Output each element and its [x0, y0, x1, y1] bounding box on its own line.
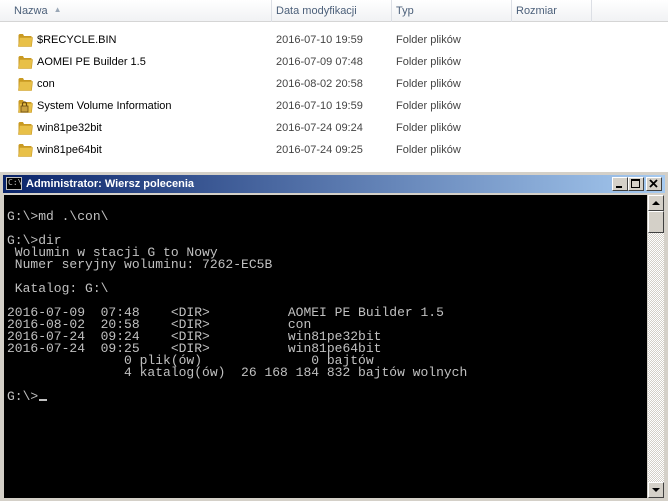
column-header-bar: Nazwa ▲ Data modyfikacji Typ Rozmiar: [0, 0, 668, 22]
file-modified: 2016-07-24 09:24: [276, 122, 363, 134]
minimize-icon: [616, 186, 622, 188]
console-icon-text: C:\: [8, 178, 23, 187]
console-line-text: Katalog: G:\: [7, 281, 109, 296]
folder-icon: [18, 121, 34, 135]
sort-ascending-icon: ▲: [53, 5, 62, 14]
console-line-text: Numer seryjny woluminu: 7262-EC5B: [7, 257, 273, 272]
scroll-up-button[interactable]: [648, 195, 664, 211]
folder-icon: [18, 77, 34, 91]
window-titlebar[interactable]: C:\ Administrator: Wiersz polecenia: [3, 175, 665, 193]
file-row[interactable]: win81pe64bit 2016-07-24 09:25 Folder plikó…: [0, 139, 668, 161]
file-row[interactable]: System Volume Information 2016-07-10 19:5…: [0, 95, 668, 117]
arrow-down-icon: [652, 488, 660, 492]
vertical-scrollbar[interactable]: [648, 195, 664, 498]
console-line: Numer seryjny woluminu: 7262-EC5B: [7, 257, 273, 272]
file-modified: 2016-08-02 20:58: [276, 78, 363, 90]
file-name: AOMEI PE Builder 1.5: [37, 56, 146, 68]
file-modified: 2016-07-10 19:59: [276, 34, 363, 46]
maximize-icon: [631, 179, 640, 188]
file-name: System Volume Information: [37, 100, 172, 112]
close-button[interactable]: [646, 177, 662, 191]
file-modified: 2016-07-09 07:48: [276, 56, 363, 68]
column-header-type-label: Typ: [396, 5, 414, 17]
text-cursor: [39, 399, 48, 401]
minimize-button[interactable]: [612, 177, 628, 191]
close-icon: [649, 179, 658, 188]
folder-icon: [18, 143, 34, 157]
console-output[interactable]: G:\>md .\con\ G:\>dir Wolumin w stacji G …: [4, 195, 647, 498]
file-type: Folder plików: [396, 78, 461, 90]
console-line: G:\>: [7, 389, 48, 404]
arrow-up-icon: [652, 201, 660, 205]
file-name: $RECYCLE.BIN: [37, 34, 117, 46]
file-type: Folder plików: [396, 100, 461, 112]
console-line-text: G:\>md .\con\: [7, 209, 109, 224]
file-explorer: Nazwa ▲ Data modyfikacji Typ Rozmiar $REC…: [0, 0, 668, 172]
maximize-button[interactable]: [628, 177, 644, 191]
column-header-modified-label: Data modyfikacji: [276, 5, 357, 17]
file-type: Folder plików: [396, 122, 461, 134]
file-row[interactable]: con 2016-08-02 20:58 Folder plików: [0, 73, 668, 95]
console-line: Katalog: G:\: [7, 281, 109, 296]
file-modified: 2016-07-10 19:59: [276, 100, 363, 112]
window-title: Administrator: Wiersz polecenia: [26, 178, 194, 190]
console-line: 4 katalog(ów) 26 168 184 832 bajtów woln…: [7, 365, 468, 380]
file-row[interactable]: $RECYCLE.BIN 2016-07-10 19:59 Folder plikó…: [0, 29, 668, 51]
file-name: win81pe64bit: [37, 144, 102, 156]
column-header-name-label: Nazwa: [14, 5, 48, 17]
file-modified: 2016-07-24 09:25: [276, 144, 363, 156]
console-line-text: G:\>: [7, 389, 39, 404]
file-name: con: [37, 78, 55, 90]
scroll-down-button[interactable]: [648, 482, 664, 498]
command-prompt-window: C:\ Administrator: Wiersz polecenia G:\>…: [0, 172, 668, 501]
file-type: Folder plików: [396, 34, 461, 46]
column-header-size-label: Rozmiar: [516, 5, 557, 17]
column-header-type[interactable]: Typ: [392, 0, 512, 22]
scrollbar-thumb[interactable]: [648, 211, 664, 233]
folder-icon: [18, 55, 34, 69]
locked-folder-icon: [18, 99, 34, 113]
column-header-name[interactable]: Nazwa ▲: [0, 0, 272, 22]
file-name: win81pe32bit: [37, 122, 102, 134]
folder-icon: [18, 33, 34, 47]
file-row[interactable]: AOMEI PE Builder 1.5 2016-07-09 07:48 Fold…: [0, 51, 668, 73]
file-type: Folder plików: [396, 56, 461, 68]
file-row[interactable]: win81pe32bit 2016-07-24 09:24 Folder plikó…: [0, 117, 668, 139]
file-type: Folder plików: [396, 144, 461, 156]
console-icon[interactable]: C:\: [6, 177, 22, 190]
column-header-size[interactable]: Rozmiar: [512, 0, 592, 22]
console-line: G:\>md .\con\: [7, 209, 109, 224]
column-header-modified[interactable]: Data modyfikacji: [272, 0, 392, 22]
console-line-text: 4 katalog(ów) 26 168 184 832 bajtów woln…: [7, 365, 468, 380]
